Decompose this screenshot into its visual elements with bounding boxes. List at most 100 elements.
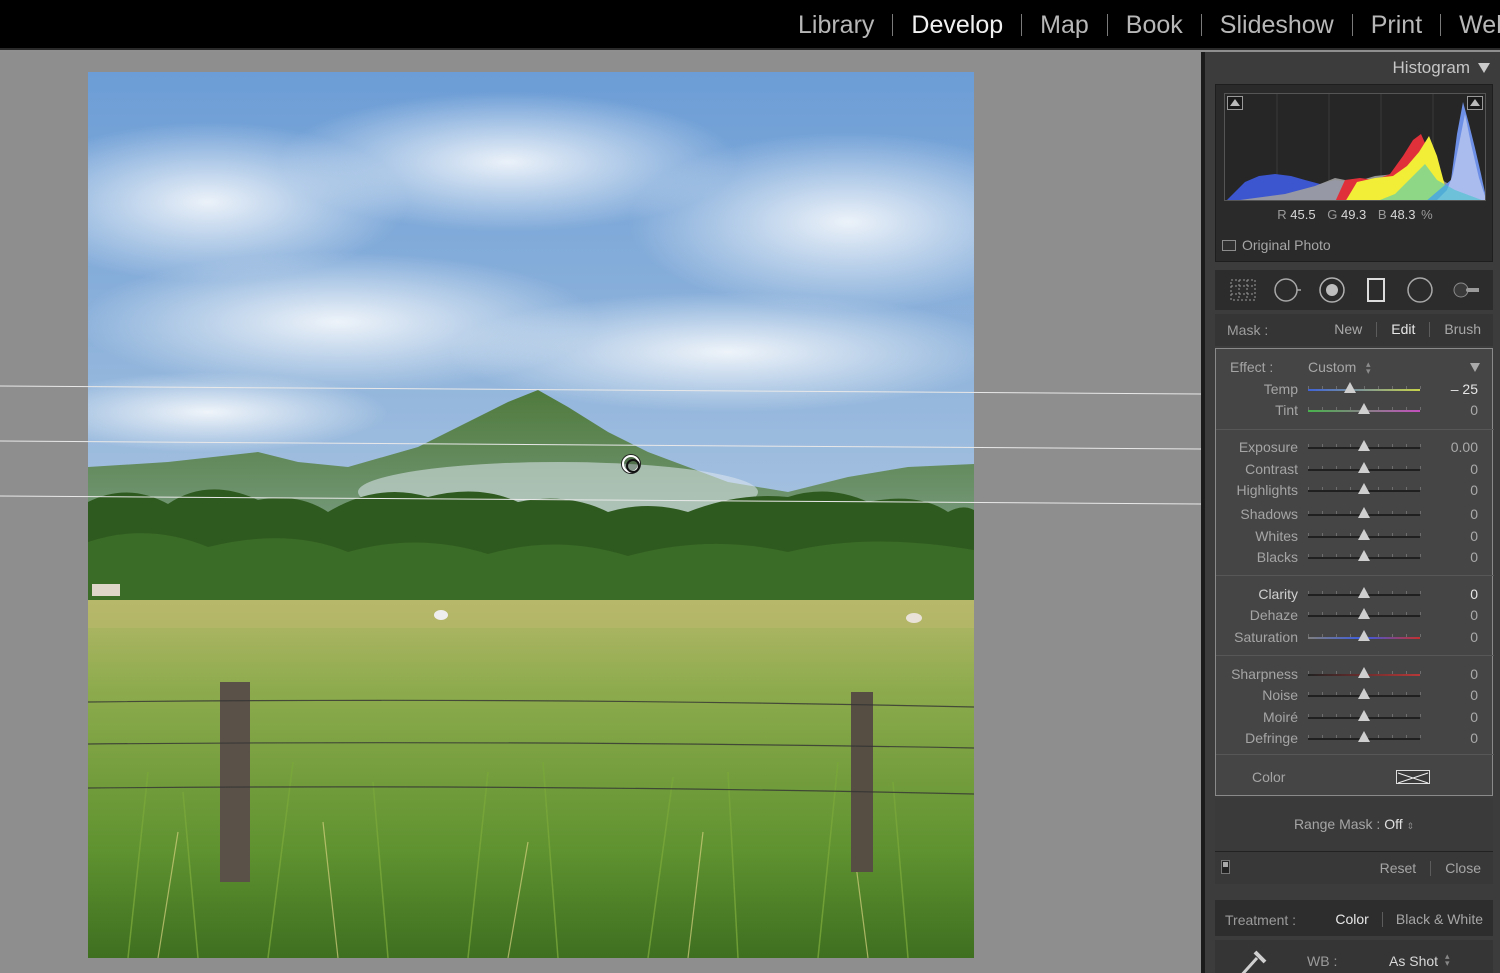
highlights-slider-row: Highlights 0 <box>1216 480 1494 502</box>
moir-value[interactable]: 0 <box>1470 709 1478 725</box>
sharpness-slider-thumb[interactable] <box>1358 667 1370 678</box>
temp-slider-thumb[interactable] <box>1344 382 1356 393</box>
module-library[interactable]: Library <box>780 11 892 40</box>
image-canvas[interactable] <box>0 52 1201 973</box>
highlights-slider-thumb[interactable] <box>1358 483 1370 494</box>
photo-preview[interactable] <box>88 72 974 958</box>
adjustment-brush-icon[interactable] <box>1451 276 1479 304</box>
tint-slider[interactable] <box>1308 403 1421 414</box>
defringe-slider-thumb[interactable] <box>1358 731 1370 742</box>
module-develop[interactable]: Develop <box>893 11 1021 40</box>
original-photo-checkbox[interactable] <box>1222 239 1236 251</box>
collapse-arrow-icon[interactable] <box>1478 63 1490 73</box>
temp-slider[interactable] <box>1308 382 1421 393</box>
contrast-value[interactable]: 0 <box>1470 461 1478 477</box>
graduated-filter-icon[interactable] <box>1362 276 1390 304</box>
red-eye-icon[interactable] <box>1318 276 1346 304</box>
sharpness-slider[interactable] <box>1308 667 1421 678</box>
module-web[interactable]: Web <box>1441 11 1500 40</box>
saturation-slider[interactable] <box>1308 630 1421 641</box>
close-button[interactable]: Close <box>1431 860 1481 876</box>
tint-slider-thumb[interactable] <box>1358 403 1370 414</box>
clarity-slider-thumb[interactable] <box>1358 587 1370 598</box>
noise-slider-thumb[interactable] <box>1358 688 1370 699</box>
shadows-slider-thumb[interactable] <box>1358 507 1370 518</box>
whites-slider-thumb[interactable] <box>1358 529 1370 540</box>
wb-select[interactable]: As Shot <box>1389 953 1438 969</box>
spot-removal-icon[interactable] <box>1273 276 1302 304</box>
contrast-slider[interactable] <box>1308 462 1421 473</box>
noise-slider[interactable] <box>1308 688 1421 699</box>
mask-new-button[interactable]: New <box>1320 321 1376 337</box>
moir-slider-thumb[interactable] <box>1358 710 1370 721</box>
range-mask-row[interactable]: Range Mask : Off ⇕ <box>1215 798 1493 852</box>
moir-slider[interactable] <box>1308 710 1421 721</box>
mask-edit-button[interactable]: Edit <box>1377 321 1429 337</box>
filter-settings-panel: Effect : Custom ▴ ▾ Color Temp – 25 Tint 0 Ex… <box>1215 348 1494 796</box>
collapse-arrow-icon[interactable] <box>1470 363 1480 372</box>
mask-brush-button[interactable]: Brush <box>1430 321 1481 337</box>
highlights-slider[interactable] <box>1308 483 1421 494</box>
blacks-slider[interactable] <box>1308 550 1421 561</box>
contrast-slider-thumb[interactable] <box>1358 462 1370 473</box>
exposure-slider-thumb[interactable] <box>1358 440 1370 451</box>
temp-value[interactable]: – 25 <box>1451 381 1478 397</box>
range-mask-label: Range Mask : <box>1293 816 1381 832</box>
module-print[interactable]: Print <box>1353 11 1440 40</box>
effect-row: Effect : Custom ▴ ▾ <box>1216 359 1494 379</box>
highlights-value[interactable]: 0 <box>1470 482 1478 498</box>
effect-preset-select[interactable]: Custom <box>1308 359 1356 375</box>
dehaze-slider-thumb[interactable] <box>1358 608 1370 619</box>
updown-arrows-icon: ⇕ <box>1406 821 1415 831</box>
mask-row: Mask : New Edit Brush <box>1215 314 1493 346</box>
defringe-label: Defringe <box>1245 730 1298 746</box>
whites-value[interactable]: 0 <box>1470 528 1478 544</box>
filter-footer: Reset Close <box>1215 852 1493 884</box>
color-swatch[interactable] <box>1396 770 1430 784</box>
module-map[interactable]: Map <box>1022 11 1107 40</box>
clarity-slider[interactable] <box>1308 587 1421 598</box>
range-mask-value[interactable]: Off <box>1384 816 1402 832</box>
b-label: B <box>1377 207 1387 222</box>
original-photo-toggle[interactable]: Original Photo <box>1222 237 1331 253</box>
eyedropper-icon[interactable] <box>1233 946 1269 973</box>
graduated-filter-pin[interactable] <box>622 455 640 473</box>
exposure-slider-row: Exposure 0.00 <box>1216 437 1494 459</box>
sharpness-slider-row: Sharpness 0 <box>1216 664 1494 686</box>
whites-slider[interactable] <box>1308 529 1421 540</box>
highlight-clipping-toggle[interactable] <box>1467 96 1483 110</box>
original-photo-label: Original Photo <box>1242 237 1331 253</box>
treatment-color-button[interactable]: Color <box>1322 911 1381 927</box>
tool-strip <box>1215 270 1493 310</box>
saturation-value[interactable]: 0 <box>1470 629 1478 645</box>
reset-button[interactable]: Reset <box>1366 860 1431 876</box>
whites-slider-row: Whites 0 <box>1216 526 1494 548</box>
filter-enable-switch[interactable] <box>1221 860 1230 874</box>
clarity-value[interactable]: 0 <box>1470 586 1478 602</box>
defringe-slider[interactable] <box>1308 731 1421 742</box>
blacks-value[interactable]: 0 <box>1470 549 1478 565</box>
dehaze-value[interactable]: 0 <box>1470 607 1478 623</box>
exposure-value[interactable]: 0.00 <box>1451 439 1478 455</box>
exposure-slider[interactable] <box>1308 440 1421 451</box>
dehaze-slider[interactable] <box>1308 608 1421 619</box>
saturation-slider-thumb[interactable] <box>1358 630 1370 641</box>
sharpness-value[interactable]: 0 <box>1470 666 1478 682</box>
treatment-black-white-button[interactable]: Black & White <box>1383 911 1483 927</box>
shadows-value[interactable]: 0 <box>1470 506 1478 522</box>
histogram-header[interactable]: Histogram <box>1393 58 1490 78</box>
noise-label: Noise <box>1262 687 1298 703</box>
shadows-slider[interactable] <box>1308 507 1421 518</box>
shadows-slider-row: Shadows 0 <box>1216 504 1494 526</box>
shadow-clipping-toggle[interactable] <box>1227 96 1243 110</box>
crop-overlay-icon[interactable] <box>1229 276 1257 304</box>
defringe-value[interactable]: 0 <box>1470 730 1478 746</box>
radial-filter-icon[interactable] <box>1406 276 1434 304</box>
noise-value[interactable]: 0 <box>1470 687 1478 703</box>
tint-value[interactable]: 0 <box>1470 402 1478 418</box>
dehaze-slider-row: Dehaze 0 <box>1216 605 1494 627</box>
module-book[interactable]: Book <box>1108 11 1201 40</box>
treatment-row: Treatment : Color Black & White <box>1215 900 1493 936</box>
module-slideshow[interactable]: Slideshow <box>1202 11 1352 40</box>
blacks-slider-thumb[interactable] <box>1358 550 1370 561</box>
